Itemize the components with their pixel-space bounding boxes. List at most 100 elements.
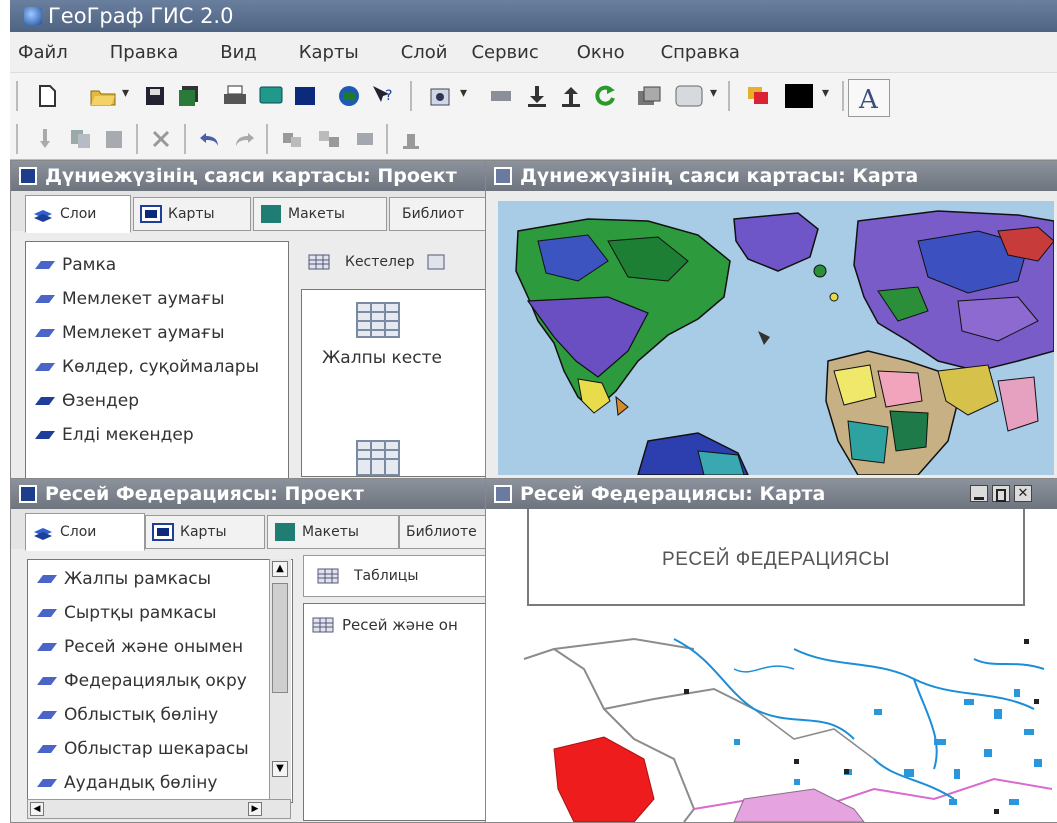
scroll-left-icon[interactable]: ◀ (30, 802, 44, 816)
tab-layers[interactable]: Слои (25, 195, 131, 233)
monitor-icon[interactable] (256, 81, 286, 111)
layer-item[interactable]: Сыртқы рамкасы (28, 596, 292, 630)
open-folder-icon[interactable] (88, 81, 118, 111)
print-icon[interactable] (220, 81, 250, 111)
stamp-icon[interactable] (396, 124, 426, 154)
layer-list-hscrollbar[interactable]: ◀ ▶ (27, 799, 291, 819)
fill-style-icon[interactable] (674, 81, 704, 111)
tab-layouts[interactable]: Макеты (253, 197, 387, 231)
world-map-canvas[interactable] (498, 201, 1054, 475)
ungroup-icon[interactable] (314, 124, 344, 154)
delete-icon[interactable] (146, 124, 176, 154)
arrange-icon[interactable] (350, 124, 380, 154)
table-icon[interactable] (356, 440, 400, 476)
table-icon (317, 568, 339, 584)
new-document-icon[interactable] (32, 81, 62, 111)
map-icon (140, 205, 162, 223)
layer-list-scrollbar[interactable]: ▲ ▼ (269, 559, 291, 799)
object-style-icon[interactable] (744, 81, 774, 111)
subtab-tables[interactable]: Таблицы (303, 555, 486, 597)
world-map-title-bar: Дүниежүзінің саяси картасы: Карта (486, 161, 1057, 191)
layer-dropdown-icon[interactable]: ▾ (460, 85, 470, 101)
app-title: ГеоГраф ГИС 2.0 (48, 4, 234, 28)
project-tabs: Слои Карты Макеты Библиот (11, 191, 500, 233)
menu-maps[interactable]: Карты (299, 42, 359, 63)
globe-icon[interactable] (334, 81, 364, 111)
map-window-icon[interactable] (290, 81, 320, 111)
layer-item[interactable]: Көлдер, суқоймалары (26, 350, 288, 384)
pin-icon[interactable] (30, 124, 60, 154)
menu-service[interactable]: Сервис (471, 42, 538, 63)
pan-icon[interactable] (486, 81, 516, 111)
paste-icon[interactable] (100, 124, 130, 154)
map-icon (152, 523, 174, 541)
layer-item[interactable]: Ресей және онымен (28, 630, 292, 664)
layer-icon (37, 779, 57, 787)
scroll-thumb[interactable] (272, 583, 288, 693)
layer-item[interactable]: Өзендер (26, 384, 288, 418)
tab-label: Слои (60, 206, 97, 222)
subtab-label: Кестелер (345, 254, 415, 270)
layout-icon (261, 205, 281, 223)
tab-library[interactable]: Библиот (389, 197, 500, 231)
close-icon[interactable]: ✕ (1014, 485, 1032, 502)
copy-icon[interactable] (66, 124, 96, 154)
menu-view[interactable]: Вид (220, 42, 257, 63)
menu-layer[interactable]: Слой (401, 42, 448, 63)
menu-help[interactable]: Справка (661, 42, 740, 63)
window-icon (19, 167, 37, 185)
move-up-icon[interactable] (556, 81, 586, 111)
color-dropdown-icon[interactable]: ▾ (822, 85, 832, 101)
table-label[interactable]: Жалпы кесте (322, 348, 442, 368)
menu-file[interactable]: Файл (18, 42, 68, 63)
tab-maps[interactable]: Карты (145, 515, 265, 549)
tab-library[interactable]: Библиоте (399, 515, 494, 549)
table-icon[interactable] (356, 302, 400, 338)
scroll-down-icon[interactable]: ▼ (272, 761, 288, 777)
tab-layouts[interactable]: Макеты (267, 515, 399, 549)
layer-item[interactable]: Аудандық бөліну (28, 766, 292, 800)
layer-manager-icon[interactable] (426, 81, 456, 111)
tab-label: Карты (168, 206, 215, 222)
scroll-right-icon[interactable]: ▶ (248, 802, 262, 816)
tab-maps[interactable]: Карты (133, 197, 251, 231)
save-icon[interactable] (140, 81, 170, 111)
tab-label: Слои (60, 524, 97, 540)
layer-item[interactable]: Жалпы рамкасы (28, 562, 292, 596)
refresh-icon[interactable] (590, 81, 620, 111)
color-picker-icon[interactable] (784, 81, 814, 111)
russia-map-canvas[interactable]: РЕСЕЙ ФЕДЕРАЦИЯСЫ (494, 509, 1052, 822)
layer-item[interactable]: Облыстар шекарасы (28, 732, 292, 766)
save-all-icon[interactable] (174, 81, 204, 111)
table-item-label: Ресей және он (342, 616, 458, 634)
tables-panel: Ресей және он (303, 603, 488, 821)
move-down-icon[interactable] (522, 81, 552, 111)
maximize-icon[interactable] (992, 485, 1010, 502)
svg-text:A: A (858, 85, 879, 113)
world-project-title-bar: Дүниежүзінің саяси картасы: Проект (11, 161, 486, 191)
layer-item[interactable]: Елді мекендер (26, 418, 288, 452)
minimize-icon[interactable] (970, 485, 988, 502)
layer-icon (35, 431, 55, 439)
menu-window[interactable]: Окно (577, 42, 625, 63)
open-dropdown-icon[interactable]: ▾ (122, 85, 132, 101)
scroll-up-icon[interactable]: ▲ (272, 561, 288, 577)
layer-item[interactable]: Мемлекет аумағы (26, 282, 288, 316)
properties-icon[interactable] (634, 81, 664, 111)
layer-item[interactable]: Облыстық бөліну (28, 698, 292, 732)
tab-layers[interactable]: Слои (25, 513, 145, 551)
layer-item[interactable]: Федерациялық окру (28, 664, 292, 698)
group-icon[interactable] (278, 124, 308, 154)
layer-item[interactable]: Рамка (26, 248, 288, 282)
menu-edit[interactable]: Правка (110, 42, 179, 63)
redo-icon[interactable] (230, 124, 260, 154)
context-help-icon[interactable]: ? (368, 81, 398, 111)
subtab-tables[interactable]: Кестелер (307, 245, 487, 279)
russia-map-window: Ресей Федерациясы: Карта ✕ РЕСЕЙ ФЕДЕРАЦ… (485, 478, 1057, 823)
undo-icon[interactable] (194, 124, 224, 154)
layer-label: Аудандық бөліну (64, 773, 218, 793)
layer-item[interactable]: Мемлекет аумағы (26, 316, 288, 350)
table-item[interactable]: Ресей және он (304, 608, 487, 642)
fill-dropdown-icon[interactable]: ▾ (710, 85, 720, 101)
text-tool-icon[interactable]: A (848, 79, 890, 117)
